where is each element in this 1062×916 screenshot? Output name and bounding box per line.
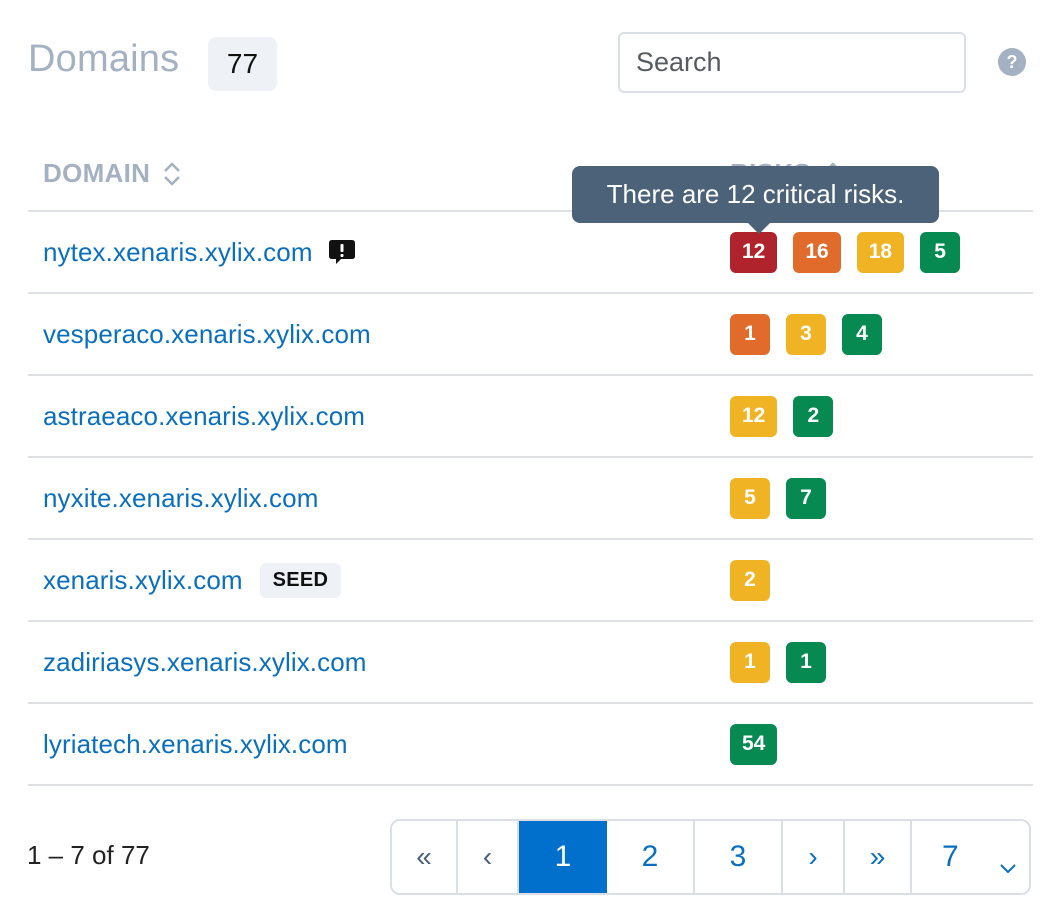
risk-badge-medium[interactable]: 18 [856,231,905,273]
risk-badge-medium[interactable]: 5 [730,477,770,519]
search-input[interactable] [618,32,966,93]
page-select[interactable]: 7 [912,821,1029,893]
risk-badge-high[interactable]: 16 [793,231,841,273]
domain-link[interactable]: astraeaco.xenaris.xylix.com [43,401,365,432]
domain-cell: xenaris.xylix.com SEED [43,540,342,620]
table-row: vesperaco.xenaris.xylix.com 1 3 4 [28,294,1033,376]
domain-link[interactable]: vesperaco.xenaris.xylix.com [43,319,371,350]
domain-link[interactable]: nyxite.xenaris.xylix.com [43,483,318,514]
domain-cell: zadiriasys.xenaris.xylix.com [43,622,367,702]
risk-badge-low[interactable]: 5 [920,231,961,273]
domain-cell: astraeaco.xenaris.xylix.com [43,376,365,456]
next-page-button[interactable]: › [783,821,845,893]
risks-cell: 57 [730,458,826,538]
table-row: nyxite.xenaris.xylix.com 5 7 [28,458,1033,540]
domain-cell: vesperaco.xenaris.xylix.com [43,294,371,374]
sort-icon[interactable] [162,161,182,187]
risk-badge-low[interactable]: 1 [786,641,826,683]
domains-table: DOMAIN RISKS nytex.xenaris.xylix.com1216… [28,130,1033,786]
risk-badge-low[interactable]: 54 [730,723,778,765]
domain-link[interactable]: xenaris.xylix.com [43,565,243,596]
table-row: xenaris.xylix.com SEED 2 [28,540,1033,622]
table-row: nytex.xenaris.xylix.com 12 16 18 5 [28,212,1033,294]
last-page-button[interactable]: » [845,821,912,893]
page-title: Domains [28,38,180,80]
domain-cell: lyriatech.xenaris.xylix.com [43,704,348,784]
seed-badge: SEED [259,562,342,598]
risk-badge-medium[interactable]: 3 [786,313,826,355]
column-header-domain-label: DOMAIN [43,158,151,188]
risks-cell: 54 [730,704,778,784]
risk-badge-medium[interactable]: 2 [730,559,770,601]
risks-cell: 12 2 [730,376,834,456]
page-select-value: 7 [942,840,959,873]
risk-badge-low[interactable]: 4 [842,313,882,355]
risk-badge-low[interactable]: 2 [793,395,834,437]
domain-count-badge: 77 [208,37,277,91]
risk-badge-low[interactable]: 7 [786,477,826,519]
domain-cell: nyxite.xenaris.xylix.com [43,458,318,538]
risk-badge-high[interactable]: 1 [730,313,770,355]
domain-link[interactable]: lyriatech.xenaris.xylix.com [43,729,348,760]
first-page-button[interactable]: « [392,821,458,893]
pagination: « ‹ 1 2 3 › » 7 [390,819,1031,895]
pagination-range: 1 – 7 of 77 [27,840,150,870]
chevron-down-icon [999,849,1017,883]
risks-cell: 11 [730,622,826,702]
risks-cell: 2 [730,540,770,620]
previous-page-button[interactable]: ‹ [458,821,519,893]
page-button-1[interactable]: 1 [519,821,607,893]
risk-badge-critical[interactable]: 12 [730,231,778,273]
help-icon[interactable]: ? [998,48,1026,76]
page-button-3[interactable]: 3 [695,821,783,893]
table-row: astraeaco.xenaris.xylix.com 12 2 [28,376,1033,458]
critical-risk-tooltip: There are 12 critical risks. [572,166,939,234]
table-row: lyriatech.xenaris.xylix.com 54 [28,704,1033,786]
risk-badge-medium[interactable]: 12 [730,395,778,437]
table-row: zadiriasys.xenaris.xylix.com 1 1 [28,622,1033,704]
risks-cell: 134 [730,294,882,374]
alert-comment-icon[interactable] [327,237,357,267]
domain-cell: nytex.xenaris.xylix.com [43,212,357,292]
domain-link[interactable]: nytex.xenaris.xylix.com [43,237,313,268]
page-button-2[interactable]: 2 [607,821,695,893]
risk-badge-medium[interactable]: 1 [730,641,770,683]
domain-link[interactable]: zadiriasys.xenaris.xylix.com [43,647,367,678]
column-header-domain[interactable]: DOMAIN [43,158,182,189]
